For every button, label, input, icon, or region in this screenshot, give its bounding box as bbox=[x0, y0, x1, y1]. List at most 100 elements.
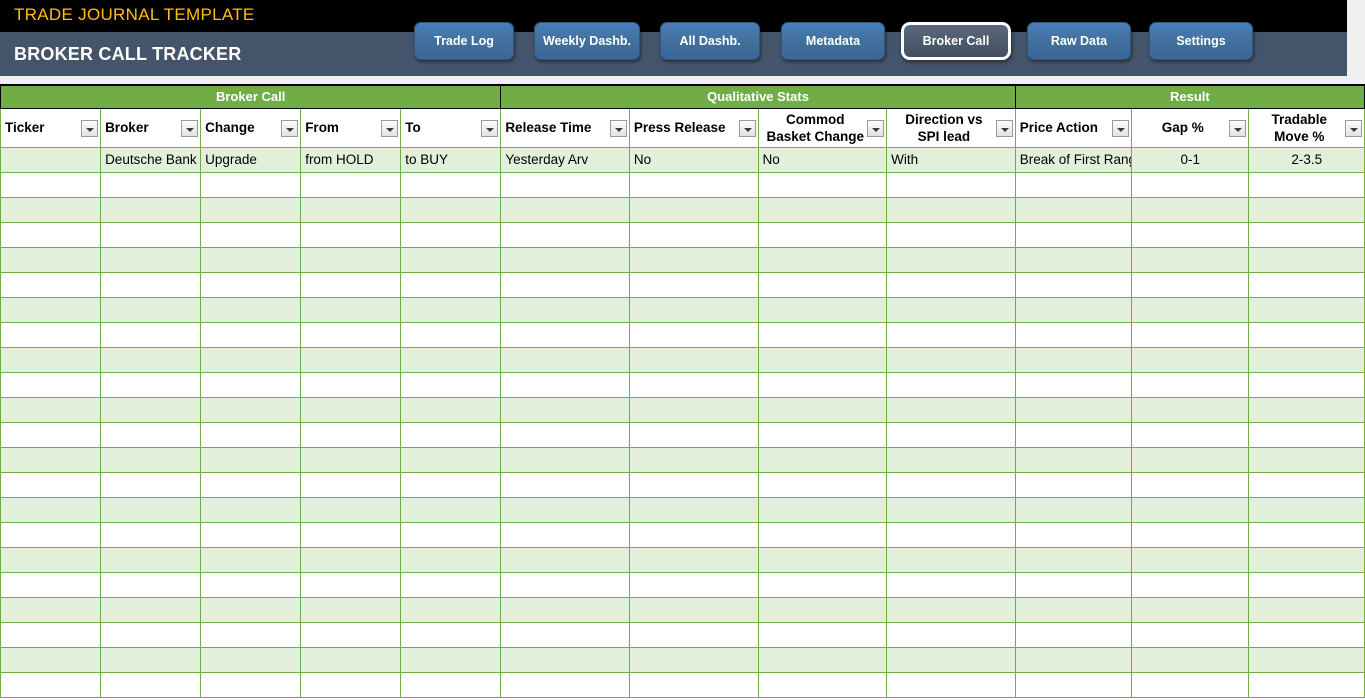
table-cell[interactable] bbox=[400, 246, 502, 273]
table-cell[interactable] bbox=[0, 146, 102, 173]
table-cell[interactable] bbox=[1014, 671, 1133, 698]
table-cell[interactable] bbox=[1247, 496, 1365, 523]
table-cell[interactable] bbox=[300, 571, 402, 598]
table-cell[interactable] bbox=[300, 471, 402, 498]
table-cell[interactable] bbox=[1014, 321, 1133, 348]
table-cell[interactable] bbox=[0, 571, 102, 598]
nav-button-trade-log[interactable]: Trade Log bbox=[414, 22, 514, 60]
table-cell[interactable] bbox=[500, 521, 630, 548]
table-cell[interactable] bbox=[500, 421, 630, 448]
nav-button-all-dashb[interactable]: All Dashb. bbox=[660, 22, 760, 60]
table-cell[interactable] bbox=[1131, 621, 1249, 648]
table-row[interactable] bbox=[0, 296, 1365, 323]
table-cell[interactable] bbox=[300, 171, 402, 198]
table-row[interactable] bbox=[0, 646, 1365, 673]
table-cell[interactable] bbox=[300, 596, 402, 623]
table-cell[interactable] bbox=[200, 196, 302, 223]
table-cell[interactable] bbox=[0, 496, 102, 523]
table-cell[interactable] bbox=[100, 296, 202, 323]
table-cell[interactable] bbox=[100, 671, 202, 698]
table-cell[interactable] bbox=[100, 346, 202, 373]
table-cell[interactable] bbox=[886, 271, 1016, 298]
table-cell[interactable] bbox=[400, 446, 502, 473]
table-cell[interactable] bbox=[1131, 296, 1249, 323]
table-cell[interactable] bbox=[757, 496, 888, 523]
table-cell[interactable] bbox=[200, 496, 302, 523]
filter-dropdown-icon[interactable] bbox=[1345, 119, 1362, 137]
table-cell[interactable] bbox=[200, 446, 302, 473]
table-cell[interactable] bbox=[1014, 646, 1133, 673]
table-cell[interactable] bbox=[100, 621, 202, 648]
table-cell[interactable] bbox=[1131, 496, 1249, 523]
table-cell[interactable] bbox=[886, 296, 1016, 323]
table-cell[interactable]: to BUY bbox=[400, 146, 502, 173]
table-cell[interactable] bbox=[100, 571, 202, 598]
table-cell[interactable] bbox=[300, 346, 402, 373]
table-cell[interactable] bbox=[300, 196, 402, 223]
table-cell[interactable] bbox=[1131, 246, 1249, 273]
table-cell[interactable] bbox=[300, 396, 402, 423]
table-cell[interactable] bbox=[628, 221, 759, 248]
table-cell[interactable] bbox=[300, 496, 402, 523]
table-cell[interactable] bbox=[1131, 521, 1249, 548]
table-cell[interactable] bbox=[1014, 571, 1133, 598]
table-cell[interactable]: Deutsche Bank bbox=[100, 146, 202, 173]
table-cell[interactable] bbox=[0, 246, 102, 273]
table-row[interactable] bbox=[0, 196, 1365, 223]
table-cell[interactable] bbox=[400, 571, 502, 598]
table-cell[interactable] bbox=[400, 396, 502, 423]
table-cell[interactable] bbox=[886, 546, 1016, 573]
table-cell[interactable] bbox=[0, 521, 102, 548]
nav-button-raw-data[interactable]: Raw Data bbox=[1027, 22, 1131, 60]
table-cell[interactable] bbox=[0, 321, 102, 348]
table-cell[interactable] bbox=[1131, 271, 1249, 298]
table-cell[interactable] bbox=[886, 371, 1016, 398]
nav-button-broker-call[interactable]: Broker Call bbox=[901, 22, 1011, 60]
table-cell[interactable] bbox=[300, 621, 402, 648]
table-cell[interactable] bbox=[0, 396, 102, 423]
table-cell[interactable] bbox=[0, 221, 102, 248]
filter-dropdown-icon[interactable] bbox=[1112, 119, 1130, 137]
table-cell[interactable] bbox=[1247, 571, 1365, 598]
table-cell[interactable] bbox=[1014, 196, 1133, 223]
table-cell[interactable] bbox=[500, 171, 630, 198]
table-cell[interactable] bbox=[757, 371, 888, 398]
table-cell[interactable] bbox=[400, 196, 502, 223]
table-cell[interactable] bbox=[300, 371, 402, 398]
table-cell[interactable] bbox=[0, 171, 102, 198]
table-cell[interactable] bbox=[400, 671, 502, 698]
table-cell[interactable] bbox=[886, 521, 1016, 548]
table-cell[interactable] bbox=[100, 471, 202, 498]
table-cell[interactable] bbox=[200, 596, 302, 623]
table-cell[interactable] bbox=[200, 396, 302, 423]
table-cell[interactable] bbox=[400, 546, 502, 573]
table-cell[interactable] bbox=[200, 221, 302, 248]
table-cell[interactable] bbox=[0, 596, 102, 623]
table-cell[interactable] bbox=[1014, 246, 1133, 273]
table-cell[interactable] bbox=[100, 396, 202, 423]
table-cell[interactable] bbox=[1131, 221, 1249, 248]
table-cell[interactable] bbox=[0, 196, 102, 223]
table-cell[interactable] bbox=[628, 571, 759, 598]
table-cell[interactable] bbox=[757, 446, 888, 473]
table-cell[interactable] bbox=[0, 671, 102, 698]
table-row[interactable] bbox=[0, 671, 1365, 698]
table-cell[interactable] bbox=[757, 596, 888, 623]
filter-dropdown-icon[interactable] bbox=[81, 119, 99, 137]
table-cell[interactable] bbox=[500, 671, 630, 698]
table-cell[interactable] bbox=[400, 346, 502, 373]
table-cell[interactable] bbox=[628, 496, 759, 523]
table-cell[interactable] bbox=[628, 446, 759, 473]
table-row[interactable] bbox=[0, 571, 1365, 598]
table-cell[interactable] bbox=[0, 646, 102, 673]
table-cell[interactable] bbox=[628, 296, 759, 323]
table-cell[interactable] bbox=[1131, 346, 1249, 373]
table-cell[interactable]: Break of First Range bbox=[1014, 146, 1133, 173]
table-row[interactable] bbox=[0, 271, 1365, 298]
table-cell[interactable] bbox=[500, 346, 630, 373]
table-cell[interactable] bbox=[1014, 596, 1133, 623]
table-cell[interactable] bbox=[200, 296, 302, 323]
table-cell[interactable] bbox=[200, 521, 302, 548]
table-row[interactable] bbox=[0, 321, 1365, 348]
table-cell[interactable] bbox=[100, 371, 202, 398]
